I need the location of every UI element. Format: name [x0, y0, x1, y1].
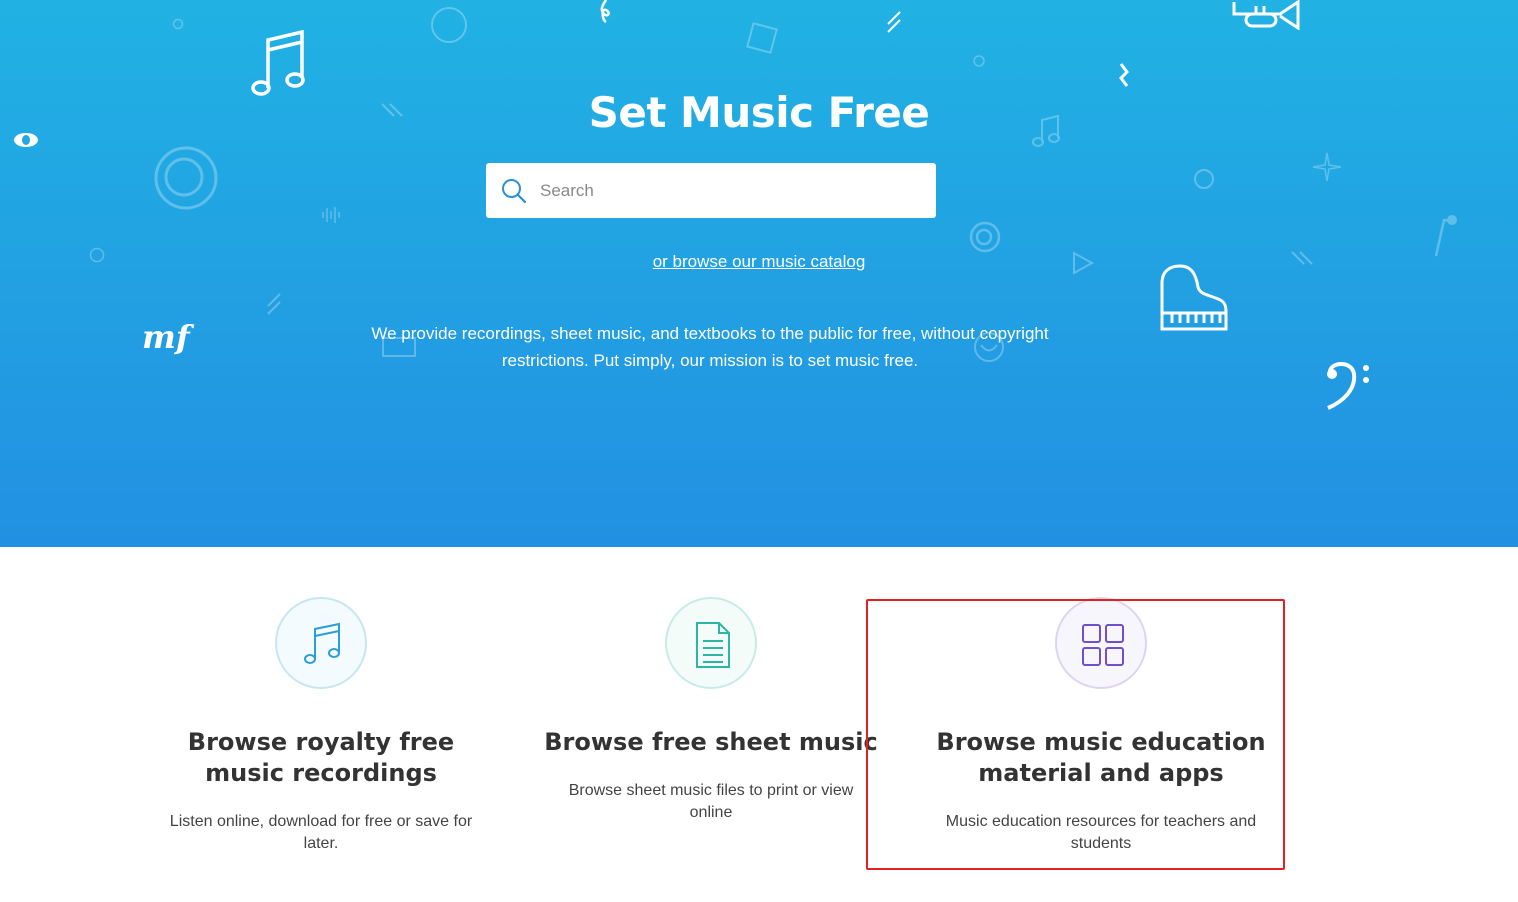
education-icon-circle — [1055, 597, 1147, 689]
circle-icon — [1194, 169, 1214, 189]
document-icon — [696, 622, 730, 668]
sheet-music-card[interactable]: Browse free sheet music Browse sheet mus… — [541, 597, 881, 824]
sheet-music-card-title[interactable]: Browse free sheet music — [541, 727, 881, 758]
recordings-card[interactable]: Browse royalty free music recordings Lis… — [151, 597, 491, 855]
bass-clef-icon — [1327, 362, 1369, 410]
trumpet-icon — [1232, 0, 1300, 30]
search-bar[interactable] — [486, 163, 936, 218]
slash-icon — [887, 11, 901, 33]
sheet-music-card-description: Browse sheet music files to print or vie… — [568, 782, 854, 821]
star-icon — [1312, 152, 1342, 182]
square-icon — [746, 22, 778, 54]
mf-dynamic-icon: mf — [142, 318, 195, 356]
hero-banner: mf Set Music Free or browse our music ca… — [0, 0, 1518, 547]
recordings-card-title[interactable]: Browse royalty free music recordings — [151, 727, 491, 789]
mission-statement: We provide recordings, sheet music, and … — [371, 324, 1049, 370]
circle-icon — [973, 55, 985, 67]
recordings-card-description: Listen online, download for free or save… — [169, 813, 473, 852]
education-card-description: Music education resources for teachers a… — [945, 813, 1257, 852]
browse-catalog-link[interactable]: or browse our music catalog — [0, 252, 1518, 272]
grid-apps-icon — [1082, 624, 1124, 666]
spiral-icon — [969, 221, 1001, 253]
circle-icon — [172, 18, 184, 30]
treble-clef-icon — [600, 0, 610, 24]
piano-icon — [1160, 264, 1228, 331]
education-card-title[interactable]: Browse music education material and apps — [931, 727, 1271, 789]
spiral-icon — [154, 146, 218, 210]
soundwave-icon — [322, 207, 340, 223]
recordings-icon-circle — [275, 597, 367, 689]
slash-icon — [267, 293, 281, 315]
music-notes-icon — [304, 622, 340, 664]
education-card[interactable]: Browse music education material and apps… — [931, 597, 1271, 855]
page-title: Set Music Free — [588, 88, 930, 137]
search-input[interactable] — [540, 163, 920, 218]
sheet-music-icon-circle — [665, 597, 757, 689]
search-icon — [502, 179, 527, 204]
circle-icon — [431, 7, 467, 43]
svg-text:mf: mf — [142, 318, 195, 356]
rest-icon — [1119, 63, 1129, 87]
